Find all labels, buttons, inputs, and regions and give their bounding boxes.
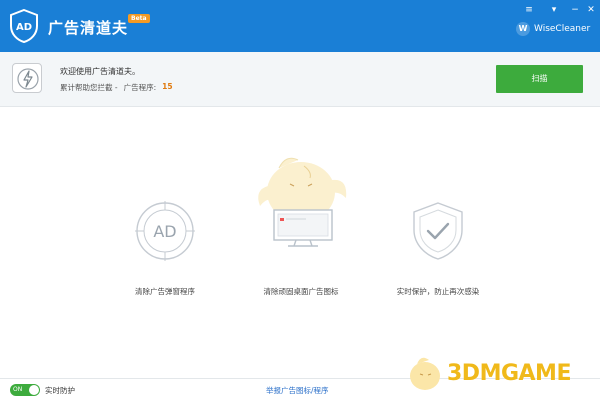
menu-button[interactable]: ≡ xyxy=(521,4,537,16)
svg-text:AD: AD xyxy=(16,22,32,33)
feature-label: 清除顽固桌面广告图标 xyxy=(263,287,339,296)
beta-badge: Beta xyxy=(128,14,150,23)
realtime-toggle[interactable]: ON xyxy=(10,384,40,396)
watermark-text: 3DMGAME xyxy=(447,360,571,386)
info-bar: 欢迎使用广告清道夫。 累计帮助您拦截 - 广告程序: 15 扫描 xyxy=(0,52,600,107)
feature-remove-desktop-icons[interactable]: 清除顽固桌面广告图标 xyxy=(241,150,361,297)
title-bar: AD 广告清道夫 Beta ≡ ▾ − ✕ W WiseCleaner xyxy=(0,0,600,52)
mascot-monitor-icon xyxy=(258,157,347,247)
watermark: 3DMGAME xyxy=(405,352,571,394)
close-button[interactable]: ✕ xyxy=(583,4,599,16)
lightning-icon xyxy=(12,63,42,93)
stats-line: 累计帮助您拦截 - 广告程序: 15 xyxy=(60,82,173,93)
restore-button[interactable]: ▾ xyxy=(546,4,562,16)
feature-remove-ad-popups[interactable]: AD 清除广告弹窗程序 xyxy=(105,200,225,297)
scan-button[interactable]: 扫描 xyxy=(496,65,583,93)
app-title: 广告清道夫 xyxy=(48,19,129,37)
svg-text:AD: AD xyxy=(153,222,176,241)
wisecleaner-logo-icon: W xyxy=(516,22,530,36)
feature-label: 清除广告弹窗程序 xyxy=(135,287,195,296)
realtime-label: 实时防护 xyxy=(45,386,75,395)
welcome-text: 欢迎使用广告清道夫。 xyxy=(60,67,140,76)
feature-realtime-protection[interactable]: 实时保护，防止再次感染 xyxy=(378,200,498,297)
shield-check-icon xyxy=(413,202,463,260)
minimize-button[interactable]: − xyxy=(567,4,583,16)
report-link[interactable]: 举报广告图标/程序 xyxy=(266,385,329,396)
ad-block-icon: AD xyxy=(135,201,195,261)
stats-label: 累计帮助您拦截 - xyxy=(60,83,118,92)
programs-count: 15 xyxy=(162,82,173,91)
mascot-icon xyxy=(410,357,440,390)
programs-label: 广告程序: xyxy=(123,83,157,92)
feature-label: 实时保护，防止再次感染 xyxy=(396,287,480,296)
brand-name: WiseCleaner xyxy=(534,24,591,34)
app-logo-icon: AD xyxy=(10,9,38,43)
wisecleaner-brand[interactable]: W WiseCleaner xyxy=(516,22,590,36)
